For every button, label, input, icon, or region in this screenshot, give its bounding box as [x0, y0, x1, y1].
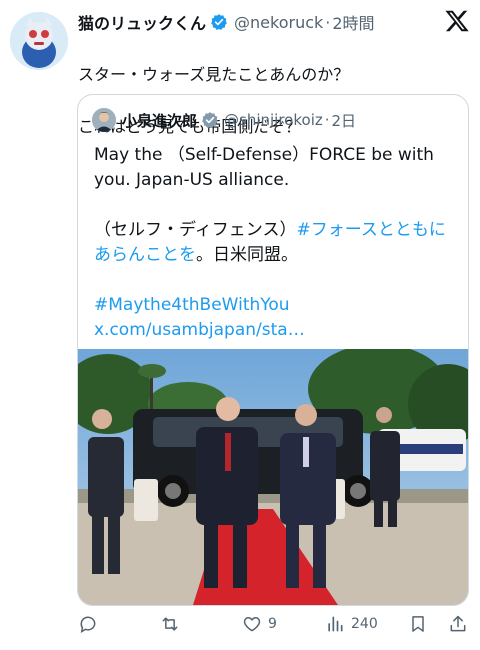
quoted-author-avatar[interactable] [92, 108, 116, 132]
like-button[interactable]: 9 [242, 614, 277, 634]
quoted-text-japanese: （セルフ・ディフェンス）#フォースとともにあらんことを。日米同盟。 [94, 218, 454, 268]
quoted-tweet-header: 小泉進次郎 @shinjirokoiz · 2日 [92, 107, 458, 133]
quoted-text-english: May the （Self-Defense）FORCE be with you.… [94, 145, 434, 190]
tweet-header: 猫のリュックくん @nekoruck · 2時間 [78, 10, 468, 34]
verified-badge-gray-icon [202, 112, 218, 128]
retweet-button[interactable] [160, 614, 186, 634]
retweet-icon [162, 617, 178, 631]
share-button[interactable] [448, 614, 468, 634]
author-handle[interactable]: @nekoruck [234, 13, 323, 32]
quoted-tweet-body: May the （Self-Defense）FORCE be with you.… [94, 143, 454, 343]
quoted-tweet-time[interactable]: 2日 [332, 110, 357, 131]
x-logo-icon[interactable] [444, 8, 470, 34]
views-button[interactable]: 240 [325, 614, 378, 634]
quoted-separator-dot: · [324, 111, 330, 129]
author-avatar[interactable] [10, 12, 68, 70]
reply-icon [80, 616, 96, 633]
bookmark-icon [412, 616, 424, 632]
like-count: 9 [268, 616, 277, 632]
quoted-tweet[interactable]: 小泉進次郎 @shinjirokoiz · 2日 May the （Self-D… [77, 94, 469, 606]
heart-icon [243, 617, 261, 632]
quoted-author-name[interactable]: 小泉進次郎 [122, 110, 197, 131]
tweet-time[interactable]: 2時間 [332, 10, 374, 34]
quoted-links: #Maythe4thBeWithYou x.com/usambjapan/sta… [94, 293, 454, 343]
quoted-author-handle[interactable]: @shinjirokoiz [224, 111, 323, 129]
hashtag-link-maythe4th[interactable]: #Maythe4thBeWithYou [94, 295, 290, 315]
views-count: 240 [351, 616, 378, 632]
separator-dot: · [325, 12, 331, 32]
url-link[interactable]: x.com/usambjapan/sta… [94, 320, 305, 340]
verified-badge-icon [211, 14, 227, 30]
reply-button[interactable] [78, 614, 104, 634]
tweet-text-line1: スター・ウォーズ見たことあんのか？ [78, 65, 350, 84]
share-icon [450, 615, 466, 632]
quoted-text-ja-suffix: 。日米同盟。 [196, 245, 298, 265]
quoted-text-ja-prefix: （セルフ・ディフェンス） [94, 220, 297, 240]
action-bar: 9 240 [0, 612, 480, 640]
author-name[interactable]: 猫のリュックくん [78, 10, 206, 34]
bookmark-button[interactable] [408, 614, 428, 634]
views-chart-icon [328, 616, 343, 632]
attached-photo[interactable] [78, 349, 468, 605]
